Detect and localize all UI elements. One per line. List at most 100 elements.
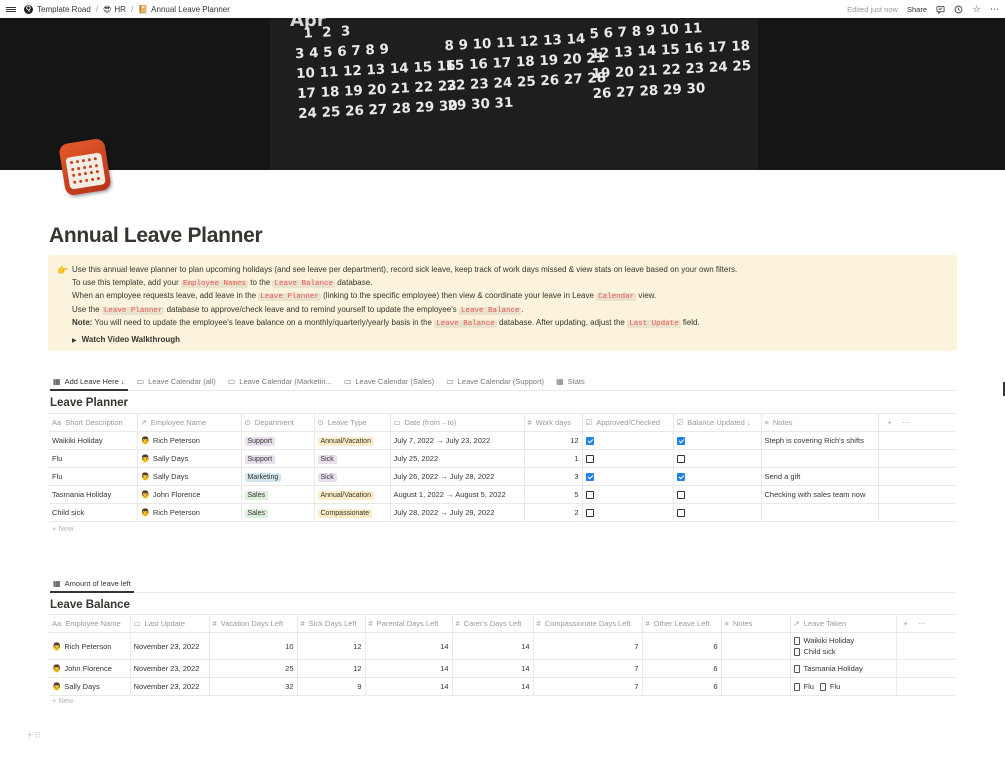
leave-type-cell[interactable]: Annual/Vacation — [314, 485, 391, 504]
leave-taken-link[interactable]: Waikiki Holiday — [793, 635, 893, 646]
short-description-cell[interactable]: Child sick — [49, 503, 138, 522]
work-days-cell[interactable]: 5 — [524, 485, 583, 504]
last-update-cell[interactable]: November 23, 2022 — [130, 659, 210, 678]
department-cell[interactable]: Sales — [241, 485, 315, 504]
page-title[interactable]: Annual Leave Planner — [49, 224, 263, 248]
notes-cell[interactable]: Send a gift — [761, 467, 879, 486]
other-days-cell[interactable]: 6 — [642, 677, 722, 696]
table-row[interactable]: 👨 Rich Peterson November 23, 2022 10 12 14 14 7… — [49, 632, 956, 660]
carer-days-cell[interactable]: 14 — [452, 632, 534, 660]
tab-leave-calendar-support[interactable]: ▭ Leave Calendar (Support) — [443, 373, 547, 390]
approved-checkbox[interactable] — [585, 491, 594, 499]
approved-checkbox[interactable] — [585, 473, 594, 481]
leave-taken-cell[interactable]: Waikiki Holiday Child sick — [790, 632, 897, 660]
add-property-icon[interactable]: + — [888, 418, 892, 427]
date-cell[interactable]: July 26, 2022 → July 28, 2022 — [390, 467, 525, 486]
work-days-cell[interactable]: 1 — [524, 449, 583, 468]
leave-taken-cell[interactable]: Tasmania Holiday — [790, 659, 897, 678]
comp-days-cell[interactable]: 7 — [533, 632, 643, 660]
notes-cell[interactable] — [721, 632, 791, 660]
date-cell[interactable]: August 1, 2022 → August 5, 2022 — [390, 485, 525, 504]
leave-taken-link[interactable]: Child sick — [793, 646, 893, 657]
leave-balance-title[interactable]: Leave Balance — [50, 599, 130, 611]
sick-days-cell[interactable]: 9 — [297, 677, 366, 696]
par-days-cell[interactable]: 14 — [365, 677, 453, 696]
tab-add-leave-here[interactable]: ▦ Add Leave Here ↓ — [50, 373, 128, 391]
short-description-cell[interactable]: Flu — [49, 449, 138, 468]
balance-updated-checkbox[interactable] — [676, 437, 685, 445]
share-button[interactable]: Share — [907, 5, 927, 14]
add-block-handle[interactable]: + ⁝⁝ — [27, 730, 40, 741]
tab-leave-calendar-sales[interactable]: ▭ Leave Calendar (Sales) — [341, 373, 437, 390]
notes-cell[interactable]: Checking with sales team now — [761, 485, 879, 504]
vac-days-cell[interactable]: 10 — [209, 632, 298, 660]
column-header-other-leave-left[interactable]: # Other Leave Left — [642, 614, 722, 633]
employee-name-cell[interactable]: 👨 Rich Peterson — [137, 431, 242, 450]
employee-name-cell[interactable]: 👨 Sally Days — [49, 677, 131, 696]
department-cell[interactable]: Marketing — [241, 467, 315, 486]
toggle-triangle-icon[interactable]: ▶ — [72, 338, 77, 344]
table-row[interactable]: 👨 Sally Days November 23, 2022 32 9 14 14 7 6 Flu… — [49, 677, 956, 696]
short-description-cell[interactable]: Waikiki Holiday — [49, 431, 138, 450]
new-row-button[interactable]: + New — [52, 696, 73, 705]
column-header-department[interactable]: ⊙ Department — [241, 413, 315, 432]
table-row[interactable]: Tasmania Holiday 👨 John Florence Sales Annua… — [49, 485, 956, 504]
other-days-cell[interactable]: 6 — [642, 659, 722, 678]
column-header-compassionate-days-left[interactable]: # Compassionate Days Left — [533, 614, 643, 633]
employee-name-cell[interactable]: 👨 John Florence — [49, 659, 131, 678]
more-properties-icon[interactable]: ⋯ — [902, 418, 910, 427]
balance-updated-checkbox[interactable] — [676, 455, 685, 463]
table-row[interactable]: Flu 👨 Sally Days Marketing Sick July 26, 2022… — [49, 467, 956, 486]
notes-cell[interactable] — [721, 659, 791, 678]
employee-name-cell[interactable]: 👨 Sally Days — [137, 467, 242, 486]
column-header-work-days[interactable]: # Work days — [524, 413, 583, 432]
column-header-employee-name[interactable]: Aa Employee Name — [49, 614, 131, 633]
cover-image[interactable]: Apr 1 2 3 3 4 5 6 7 8 9 10 11 12 13 14 1… — [0, 18, 1005, 170]
column-header-last-update[interactable]: ▭ Last Update — [130, 614, 210, 633]
carer-days-cell[interactable]: 14 — [452, 677, 534, 696]
approved-checkbox[interactable] — [585, 437, 594, 445]
column-header-parental-days-left[interactable]: # Parental Days Left — [365, 614, 453, 633]
comp-days-cell[interactable]: 7 — [533, 677, 643, 696]
short-description-cell[interactable]: Tasmania Holiday — [49, 485, 138, 504]
instructions-callout[interactable]: 👉 Use this annual leave planner to plan … — [48, 255, 957, 351]
more-properties-icon[interactable]: ⋯ — [918, 619, 926, 628]
column-header-short-description[interactable]: Aa Short Description — [49, 413, 138, 432]
department-cell[interactable]: Sales — [241, 503, 315, 522]
column-header-date[interactable]: ▭ Date (from→to) — [390, 413, 525, 432]
department-cell[interactable]: Support — [241, 449, 315, 468]
employee-name-cell[interactable]: 👨 Sally Days — [137, 449, 242, 468]
tab-stats[interactable]: ▦ Stats — [553, 373, 588, 390]
date-cell[interactable]: July 7, 2022 → July 23, 2022 — [390, 431, 525, 450]
breadcrumb-item-annual-leave-planner[interactable]: Annual Leave Planner — [151, 5, 230, 14]
leave-taken-link[interactable]: Tasmania Holiday — [793, 664, 863, 674]
leave-type-cell[interactable]: Sick — [314, 449, 391, 468]
leave-type-cell[interactable]: Annual/Vacation — [314, 431, 391, 450]
video-walkthrough-toggle[interactable]: ▶ Watch Video Walkthrough — [72, 334, 947, 348]
other-days-cell[interactable]: 6 — [642, 632, 722, 660]
approved-checkbox[interactable] — [585, 509, 594, 517]
add-property-icon[interactable]: + — [904, 619, 908, 628]
page-calendar-icon[interactable] — [58, 133, 112, 197]
date-cell[interactable]: July 25, 2022 — [390, 449, 525, 468]
leave-type-cell[interactable]: Sick — [314, 467, 391, 486]
column-header-carers-days-left[interactable]: # Carer's Days Left — [452, 614, 534, 633]
leave-taken-cell[interactable]: Flu Flu — [790, 677, 897, 696]
column-header-approved-checked[interactable]: ☑ Approved/Checked — [582, 413, 674, 432]
balance-updated-checkbox[interactable] — [676, 473, 685, 481]
par-days-cell[interactable]: 14 — [365, 659, 453, 678]
tab-leave-calendar-marketing[interactable]: ▭ Leave Calendar (Marketin... — [225, 373, 335, 390]
column-header-notes[interactable]: ≡ Notes — [761, 413, 879, 432]
notes-cell[interactable] — [761, 449, 879, 468]
column-header-balance-updated[interactable]: ☑ Balance Updated ↓ — [673, 413, 762, 432]
breadcrumb-item-hr[interactable]: HR — [114, 5, 126, 14]
carer-days-cell[interactable]: 14 — [452, 659, 534, 678]
employee-name-cell[interactable]: 👨 Rich Peterson — [49, 632, 131, 660]
sidebar-menu-icon[interactable] — [6, 4, 16, 14]
column-header-notes[interactable]: ≡ Notes — [721, 614, 791, 633]
notes-cell[interactable] — [761, 503, 879, 522]
tab-amount-of-leave-left[interactable]: ▦ Amount of leave left — [50, 575, 134, 593]
balance-updated-checkbox[interactable] — [676, 491, 685, 499]
employee-name-cell[interactable]: 👨 John Florence — [137, 485, 242, 504]
approved-checkbox[interactable] — [585, 455, 594, 463]
